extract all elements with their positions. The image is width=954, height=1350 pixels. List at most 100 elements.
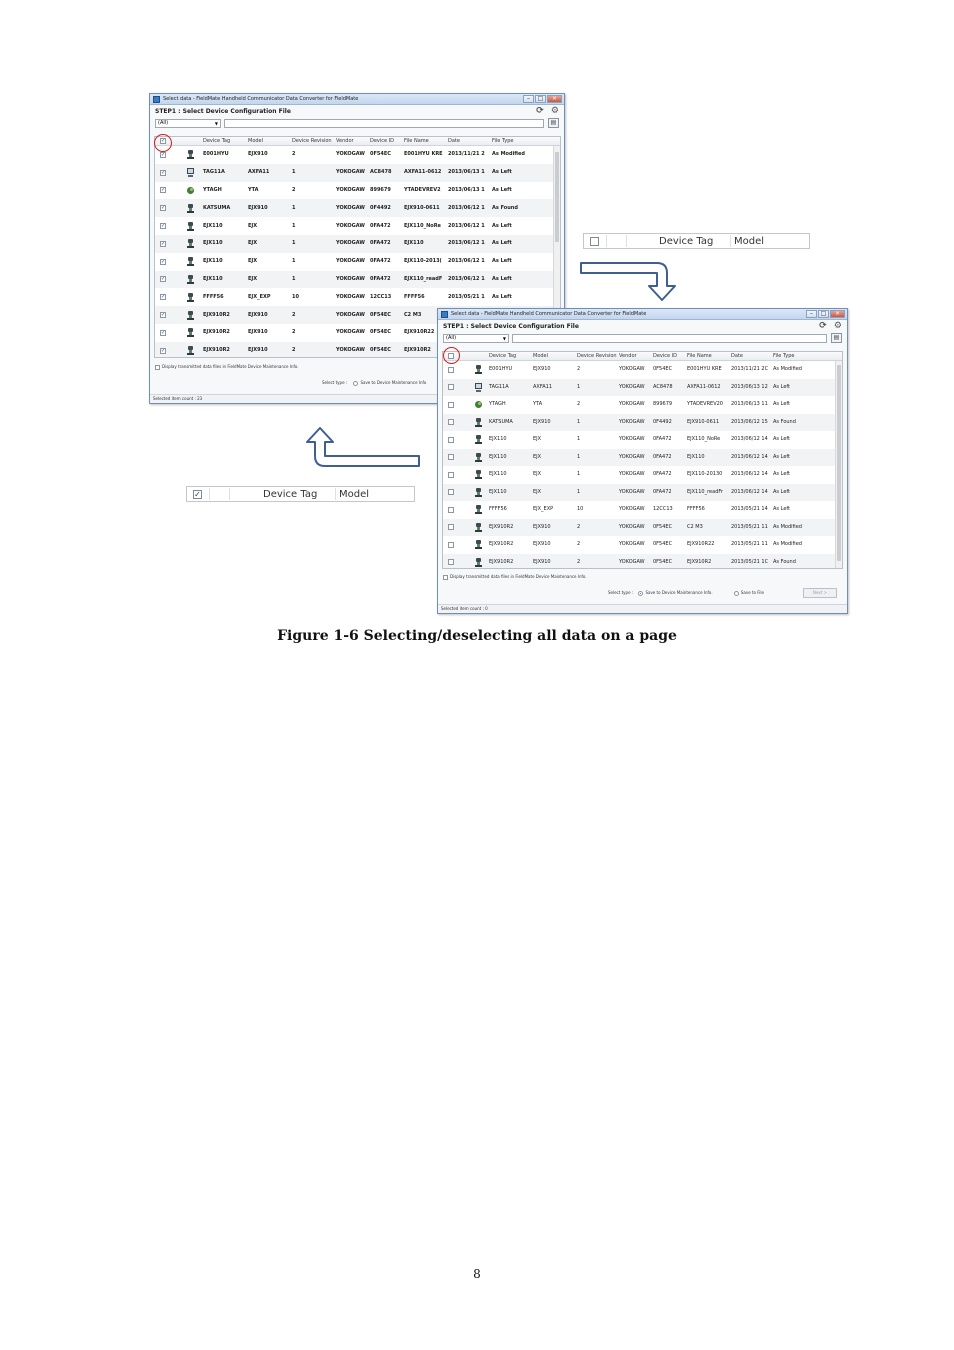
- row-checkbox[interactable]: [448, 489, 454, 496]
- cell-model: EJX910: [248, 311, 268, 318]
- row-checkbox[interactable]: [448, 524, 454, 531]
- row-checkbox[interactable]: ✓: [160, 312, 166, 319]
- row-checkbox[interactable]: ✓: [160, 187, 166, 194]
- column-header[interactable]: Device Revision: [292, 137, 332, 146]
- icon-part: [475, 442, 482, 445]
- scrollbar-thumb[interactable]: [555, 152, 559, 242]
- table-row[interactable]: E001HYU EJX910 2 YOKOGAW 0F54EC E001HYU KRE 20…: [443, 361, 842, 379]
- table-row[interactable]: ✓ E001HYU EJX910 2 YOKOGAW 0F54EC E001HYU KRE 2…: [155, 146, 560, 164]
- row-checkbox[interactable]: ✓: [160, 169, 166, 176]
- column-header[interactable]: File Name: [404, 137, 447, 146]
- row-checkbox[interactable]: ✓: [160, 240, 166, 247]
- cell-type: As Modified: [773, 541, 802, 548]
- row-checkbox[interactable]: ✓: [160, 329, 166, 336]
- refresh-icon[interactable]: ⟳: [819, 321, 827, 331]
- save-device-radio[interactable]: [638, 590, 644, 596]
- filter-dropdown[interactable]: (All) ▼: [443, 334, 509, 343]
- scrollbar-thumb[interactable]: [837, 365, 841, 561]
- filter-dropdown[interactable]: (All) ▼: [155, 119, 221, 128]
- row-checkbox[interactable]: ✓: [160, 258, 166, 265]
- row-checkbox[interactable]: ✓: [160, 347, 166, 354]
- column-header[interactable]: Vendor: [336, 137, 369, 146]
- table-row[interactable]: ✓ FFFF56 EJX_EXP 10 YOKOGAW 12CC13 FFFF56 2013/…: [155, 288, 560, 306]
- column-header[interactable]: Vendor: [619, 352, 652, 361]
- row-checkbox[interactable]: [448, 559, 454, 566]
- table-row[interactable]: FFFF56 EJX_EXP 10 YOKOGAW 12CC13 FFFF56 2013/0…: [443, 501, 842, 519]
- table-row[interactable]: EJX110 EJX 1 YOKOGAW 0FA472 EJX110 2013/06/12 …: [443, 448, 842, 466]
- device-file-grid: Device Tag Model Device Revision Vendor Devi…: [442, 351, 843, 569]
- display-option-checkbox[interactable]: [443, 574, 448, 580]
- search-input[interactable]: [512, 334, 827, 343]
- save-file-radio[interactable]: [733, 590, 739, 596]
- row-checkbox[interactable]: [448, 506, 454, 513]
- table-row[interactable]: EJX910R2 EJX910 2 YOKOGAW 0F54EC C2 M3 2013/05…: [443, 518, 842, 536]
- row-checkbox[interactable]: ✓: [160, 205, 166, 212]
- table-row[interactable]: ✓ EJX110 EJX 1 YOKOGAW 0FA472 EJX110_readF 2013…: [155, 270, 560, 289]
- display-option[interactable]: Display transmitted data files in FieldM…: [443, 574, 587, 580]
- row-checkbox[interactable]: ✓: [160, 276, 166, 283]
- table-row[interactable]: YTAGH YTA 2 YOKOGAW 899679 YTADEVREV20 2013/06…: [443, 396, 842, 414]
- row-checkbox[interactable]: [448, 366, 454, 373]
- cell-type: As Left: [773, 436, 791, 443]
- transmitter-icon: [475, 452, 482, 462]
- close-button[interactable]: ×: [830, 310, 845, 318]
- row-checkbox[interactable]: [448, 436, 454, 443]
- table-row[interactable]: ✓ EJX110 EJX 1 YOKOGAW 0FA472 EJX110-2013(2013…: [155, 253, 560, 271]
- refresh-icon[interactable]: ⟳: [536, 106, 544, 116]
- close-button[interactable]: ×: [547, 95, 562, 103]
- row-checkbox[interactable]: ✓: [160, 223, 166, 230]
- cell-vendor: YOKOGAW: [619, 541, 645, 548]
- cell-id: AC8478: [370, 169, 392, 176]
- book-icon[interactable]: ▤: [548, 118, 559, 128]
- column-header[interactable]: Date: [731, 352, 772, 361]
- vertical-scrollbar[interactable]: [835, 361, 842, 568]
- book-icon[interactable]: ▤: [831, 333, 842, 343]
- column-header[interactable]: Model: [533, 352, 573, 361]
- cell-type: As Left: [492, 222, 512, 229]
- save-device-radio[interactable]: [353, 380, 359, 386]
- row-checkbox[interactable]: [448, 454, 454, 461]
- minimize-button[interactable]: –: [523, 95, 534, 103]
- table-row[interactable]: EJX110 EJX 1 YOKOGAW 0FA472 EJX110_NoRe 2013/0…: [443, 431, 842, 449]
- minimize-button[interactable]: –: [806, 310, 817, 318]
- column-header[interactable]: Model: [248, 137, 288, 146]
- icon-part: [187, 317, 194, 320]
- column-header[interactable]: File Name: [687, 352, 730, 361]
- row-checkbox[interactable]: [448, 471, 454, 478]
- column-header[interactable]: File Type: [773, 352, 828, 361]
- table-row[interactable]: ✓ TAG11A AXFA11 1 YOKOGAW AC8478 AXFA11-0612 20…: [155, 163, 560, 182]
- row-checkbox[interactable]: [448, 541, 454, 548]
- column-header[interactable]: Device Revision: [577, 352, 617, 361]
- row-checkbox[interactable]: ✓: [160, 151, 166, 158]
- display-option[interactable]: Display transmitted data files in FieldM…: [155, 364, 299, 370]
- search-input[interactable]: [224, 119, 544, 128]
- table-row[interactable]: TAG11A AXFA11 1 YOKOGAW AC8478 AXFA11-0612 201…: [443, 378, 842, 396]
- gear-icon[interactable]: ⚙: [834, 321, 842, 331]
- column-header[interactable]: Date: [448, 137, 491, 146]
- table-row[interactable]: EJX910R2 EJX910 2 YOKOGAW 0F54EC EJX910R2 2013…: [443, 553, 842, 568]
- column-header[interactable]: Device Tag: [489, 352, 529, 361]
- column-header[interactable]: File Type: [492, 137, 547, 146]
- table-row[interactable]: EJX910R2 EJX910 2 YOKOGAW 0F54EC EJX910R22 201…: [443, 536, 842, 554]
- table-row[interactable]: ✓ YTAGH YTA 2 YOKOGAW 899679 YTADEVREV2 2013/06…: [155, 182, 560, 200]
- cell-id: AC8478: [653, 383, 673, 390]
- column-header[interactable]: Device ID: [653, 352, 686, 361]
- row-checkbox[interactable]: [448, 419, 454, 426]
- maximize-button[interactable]: □: [818, 310, 829, 318]
- cell-file: EJX910-0611: [404, 204, 440, 211]
- table-row[interactable]: KATSUMA EJX910 1 YOKOGAW 0F4492 EJX910-0611 20…: [443, 413, 842, 431]
- display-option-checkbox[interactable]: [155, 364, 160, 370]
- row-checkbox[interactable]: [448, 384, 454, 391]
- column-header[interactable]: Device ID: [370, 137, 403, 146]
- table-row[interactable]: EJX110 EJX 1 YOKOGAW 0FA472 EJX110_readFr 2013…: [443, 483, 842, 501]
- maximize-button[interactable]: □: [535, 95, 546, 103]
- column-header[interactable]: Device Tag: [203, 137, 243, 146]
- row-checkbox[interactable]: ✓: [160, 294, 166, 301]
- table-row[interactable]: ✓ EJX110 EJX 1 YOKOGAW 0FA472 EJX110_NoRe 2013/…: [155, 217, 560, 235]
- table-row[interactable]: EJX110 EJX 1 YOKOGAW 0FA472 EJX110-20130 2013/…: [443, 466, 842, 484]
- row-checkbox[interactable]: [448, 401, 454, 408]
- table-row[interactable]: ✓ KATSUMA EJX910 1 YOKOGAW 0F4492 EJX910-0611 2…: [155, 199, 560, 218]
- table-row[interactable]: ✓ EJX110 EJX 1 YOKOGAW 0FA472 EJX110 2013/06/12…: [155, 234, 560, 253]
- gear-icon[interactable]: ⚙: [551, 106, 559, 116]
- next-button[interactable]: Next >: [803, 588, 837, 598]
